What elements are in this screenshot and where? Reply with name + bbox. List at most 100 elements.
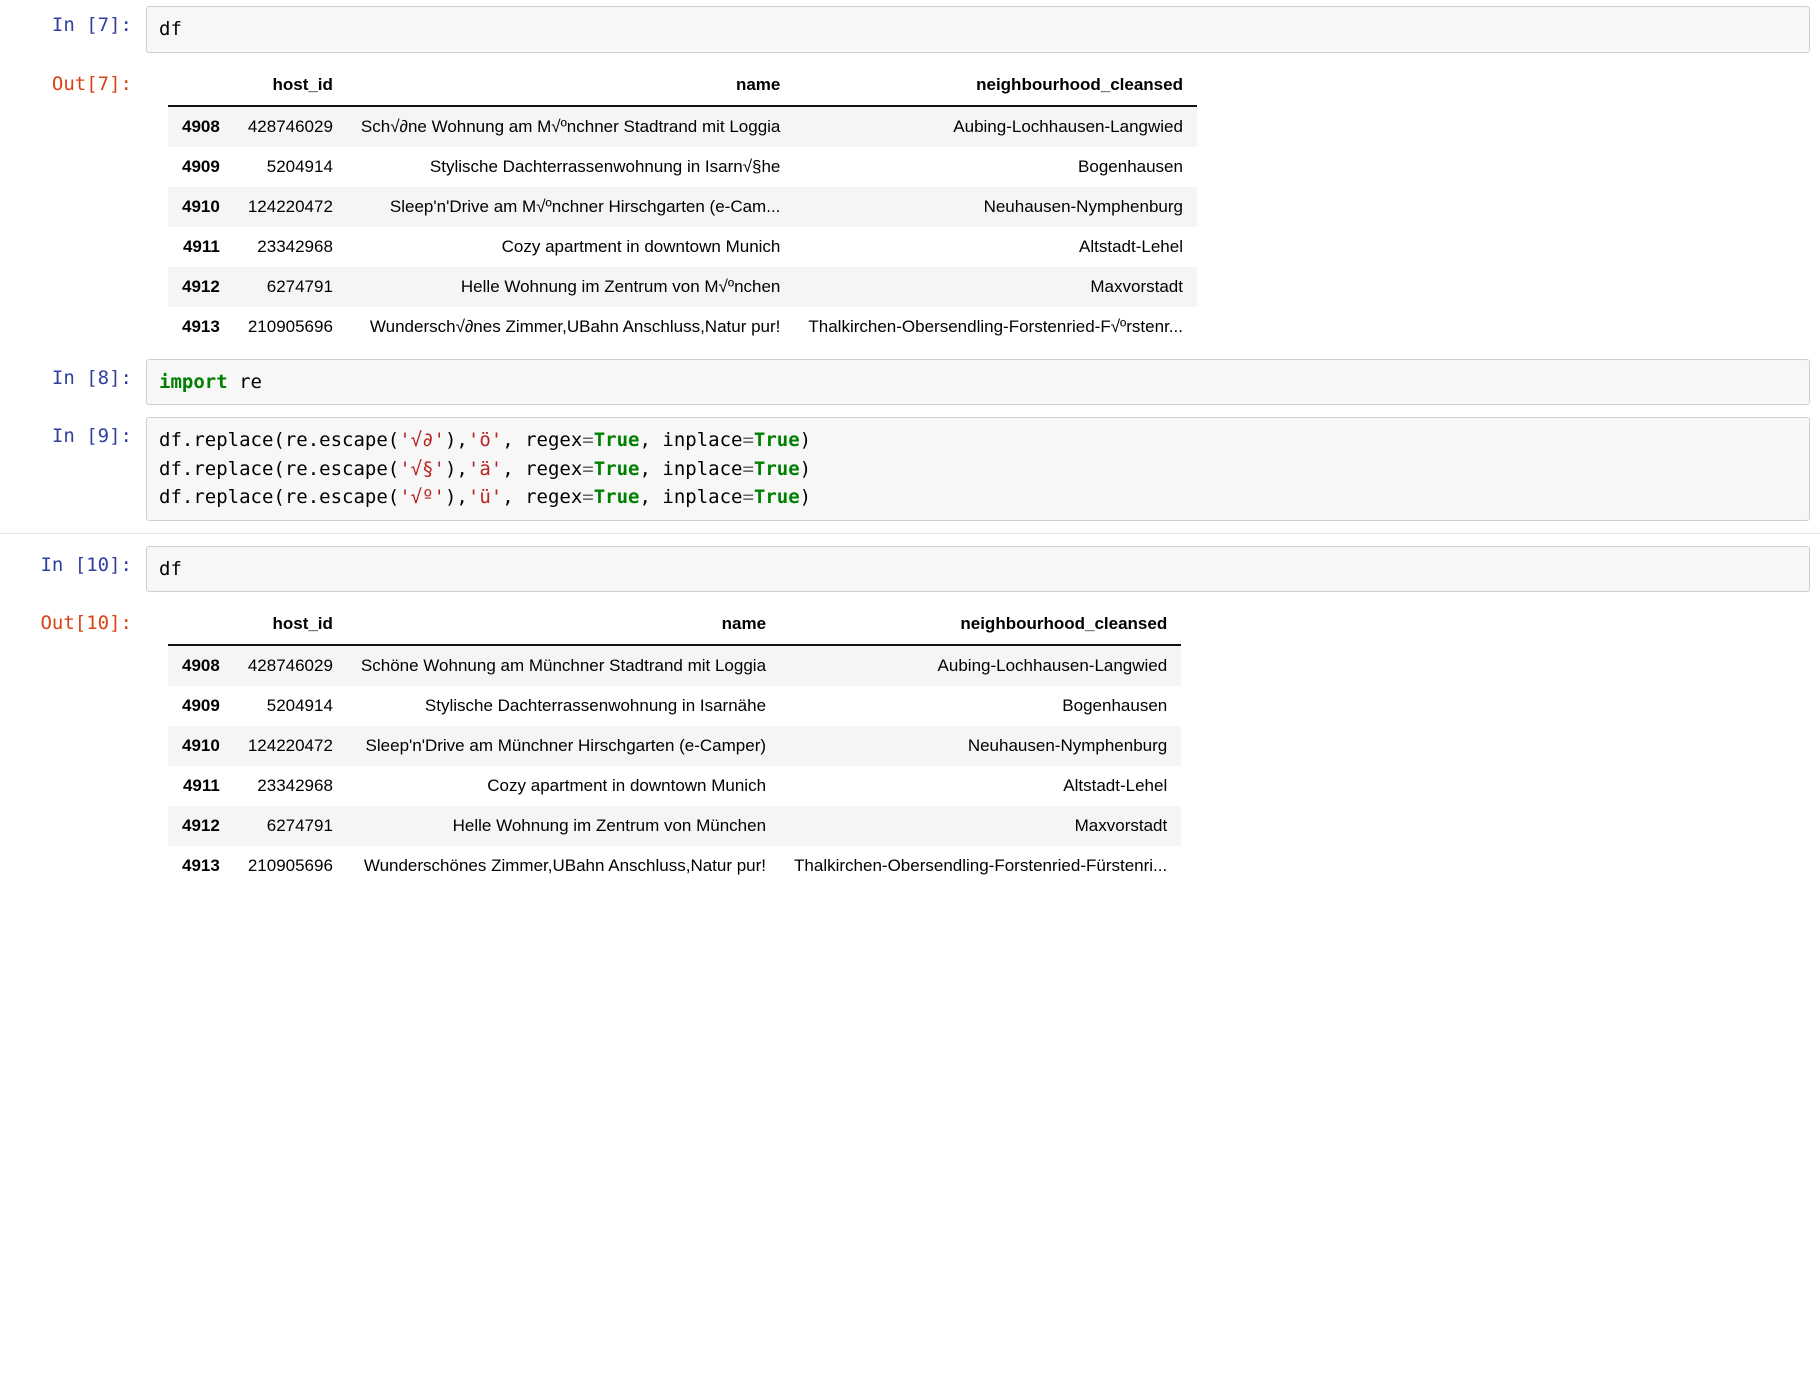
code-token: 'ü' — [468, 486, 502, 508]
table-cell: 23342968 — [234, 227, 347, 267]
code-token: ), — [445, 429, 468, 451]
table-row: 491123342968Cozy apartment in downtown M… — [168, 766, 1181, 806]
table-cell: Altstadt-Lehel — [794, 227, 1197, 267]
table-cell: Maxvorstadt — [780, 806, 1181, 846]
row-index: 4913 — [168, 307, 234, 347]
code-token: True — [754, 486, 800, 508]
table-row: 49095204914Stylische Dachterrassenwohnun… — [168, 147, 1197, 187]
table-row: 4913210905696Wundersch√∂nes Zimmer,UBahn… — [168, 307, 1197, 347]
table-cell: 5204914 — [234, 686, 347, 726]
table-row: 4913210905696Wunderschönes Zimmer,UBahn … — [168, 846, 1181, 886]
code-token: 'ä' — [468, 458, 502, 480]
row-index: 4908 — [168, 106, 234, 147]
table-cell: Neuhausen-Nymphenburg — [794, 187, 1197, 227]
input-prompt: In [8]: — [10, 359, 146, 397]
code-token: , inplace — [640, 486, 743, 508]
code-token: ) — [800, 486, 811, 508]
table-row: 49095204914Stylische Dachterrassenwohnun… — [168, 686, 1181, 726]
row-index: 4912 — [168, 806, 234, 846]
table-cell: Helle Wohnung im Zentrum von M√ºnchen — [347, 267, 794, 307]
row-index: 4909 — [168, 147, 234, 187]
table-cell: Bogenhausen — [794, 147, 1197, 187]
table-cell: Wundersch√∂nes Zimmer,UBahn Anschluss,Na… — [347, 307, 794, 347]
code-token: '√º' — [399, 486, 445, 508]
code-token: ) — [800, 429, 811, 451]
table-header-cell: name — [347, 65, 794, 106]
table-cell: Thalkirchen-Obersendling-Forstenried-Für… — [780, 846, 1181, 886]
code-token: = — [582, 486, 593, 508]
code-token: True — [594, 429, 640, 451]
code-token: , inplace — [640, 429, 743, 451]
table-cell: 210905696 — [234, 307, 347, 347]
row-index: 4912 — [168, 267, 234, 307]
table-row: 491123342968Cozy apartment in downtown M… — [168, 227, 1197, 267]
table-cell: 124220472 — [234, 726, 347, 766]
code-token: True — [754, 429, 800, 451]
table-cell: Helle Wohnung im Zentrum von München — [347, 806, 780, 846]
code-token: True — [594, 458, 640, 480]
row-index: 4910 — [168, 187, 234, 227]
code-token: re — [239, 371, 262, 393]
table-header-cell — [168, 65, 234, 106]
input-prompt: In [9]: — [10, 417, 146, 455]
dataframe-table: host_id name neighbourhood_cleansed 4908… — [168, 65, 1197, 347]
table-cell: Cozy apartment in downtown Munich — [347, 227, 794, 267]
table-header-cell: name — [347, 604, 780, 645]
table-cell: 23342968 — [234, 766, 347, 806]
row-index: 4909 — [168, 686, 234, 726]
table-cell: Aubing-Lochhausen-Langwied — [780, 645, 1181, 686]
table-cell: Sleep'n'Drive am M√ºnchner Hirschgarten … — [347, 187, 794, 227]
table-cell: Stylische Dachterrassenwohnung in Isarn√… — [347, 147, 794, 187]
code-input[interactable]: df — [146, 6, 1810, 53]
code-token: , regex — [502, 458, 582, 480]
code-cell: In [7]: df — [0, 0, 1820, 59]
cell-divider — [0, 533, 1820, 534]
table-row: 4910124220472Sleep'n'Drive am Münchner H… — [168, 726, 1181, 766]
row-index: 4913 — [168, 846, 234, 886]
code-token: True — [754, 458, 800, 480]
code-cell: In [8]: import re — [0, 353, 1820, 412]
code-token: , regex — [502, 486, 582, 508]
output-cell: Out[7]: host_id name neighbourhood_clean… — [0, 59, 1820, 353]
code-token: , regex — [502, 429, 582, 451]
table-row: 4908428746029Schöne Wohnung am Münchner … — [168, 645, 1181, 686]
code-token: df.replace(re.escape( — [159, 458, 399, 480]
row-index: 4911 — [168, 766, 234, 806]
table-header-cell: host_id — [234, 604, 347, 645]
output-prompt: Out[10]: — [10, 604, 146, 642]
code-token: ), — [445, 458, 468, 480]
code-token: ) — [800, 458, 811, 480]
code-input[interactable]: df.replace(re.escape('√∂'),'ö', regex=Tr… — [146, 417, 1810, 521]
table-cell: Altstadt-Lehel — [780, 766, 1181, 806]
code-token: = — [742, 429, 753, 451]
table-row: 4910124220472Sleep'n'Drive am M√ºnchner … — [168, 187, 1197, 227]
table-header-row: host_id name neighbourhood_cleansed — [168, 604, 1181, 645]
table-cell: 210905696 — [234, 846, 347, 886]
table-cell: Schöne Wohnung am Münchner Stadtrand mit… — [347, 645, 780, 686]
table-cell: 5204914 — [234, 147, 347, 187]
table-cell: Sleep'n'Drive am Münchner Hirschgarten (… — [347, 726, 780, 766]
table-cell: Neuhausen-Nymphenburg — [780, 726, 1181, 766]
output-prompt: Out[7]: — [10, 65, 146, 103]
table-cell: Aubing-Lochhausen-Langwied — [794, 106, 1197, 147]
output-area: host_id name neighbourhood_cleansed 4908… — [146, 604, 1810, 886]
table-header-row: host_id name neighbourhood_cleansed — [168, 65, 1197, 106]
code-input[interactable]: df — [146, 546, 1810, 593]
code-cell: In [10]: df — [0, 540, 1820, 599]
row-index: 4911 — [168, 227, 234, 267]
table-row: 49126274791Helle Wohnung im Zentrum von … — [168, 267, 1197, 307]
code-input[interactable]: import re — [146, 359, 1810, 406]
code-token: '√§' — [399, 458, 445, 480]
code-token: df.replace(re.escape( — [159, 486, 399, 508]
table-cell: 6274791 — [234, 806, 347, 846]
input-prompt: In [7]: — [10, 6, 146, 44]
table-cell: Wunderschönes Zimmer,UBahn Anschluss,Nat… — [347, 846, 780, 886]
table-cell: Stylische Dachterrassenwohnung in Isarnä… — [347, 686, 780, 726]
table-cell: Sch√∂ne Wohnung am M√ºnchner Stadtrand m… — [347, 106, 794, 147]
code-token: '√∂' — [399, 429, 445, 451]
code-token: import — [159, 371, 239, 393]
code-token: = — [742, 486, 753, 508]
table-header-cell: neighbourhood_cleansed — [794, 65, 1197, 106]
code-token: 'ö' — [468, 429, 502, 451]
code-token: ), — [445, 486, 468, 508]
